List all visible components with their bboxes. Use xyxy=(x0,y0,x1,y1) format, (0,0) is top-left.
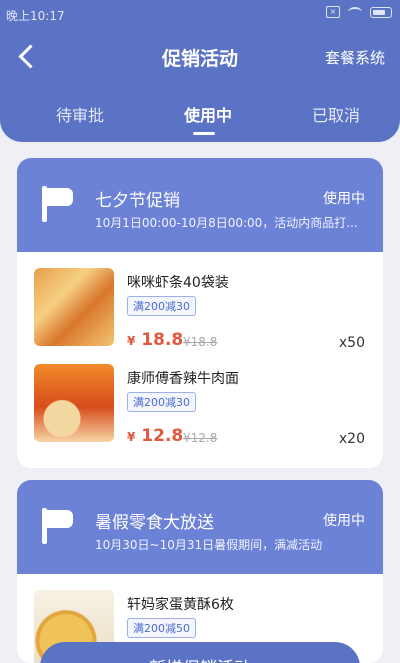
product-image xyxy=(34,364,114,442)
promotion-header: 暑假零食大放送 使用中 10月30日~10月31日暑假期间，满减活动 xyxy=(17,480,383,574)
wifi-icon xyxy=(348,7,362,17)
promotion-title: 七夕节促销 xyxy=(95,191,180,211)
promotion-header: 七夕节促销 使用中 10月1日00:00-10月8日00:00，活动内商品打..… xyxy=(17,158,383,252)
tab-cancelled[interactable]: 已取消 xyxy=(281,102,391,126)
discount-tag: 满200减30 xyxy=(127,392,196,412)
flag-icon xyxy=(42,508,76,544)
discount-tag: 满200减30 xyxy=(127,296,196,316)
discount-tag: 满200减50 xyxy=(127,618,196,638)
product-name: 咪咪虾条40袋装 xyxy=(127,275,229,291)
status-icons: × xyxy=(326,6,392,18)
tab-in-use[interactable]: 使用中 xyxy=(153,102,263,126)
promotion-title: 暑假零食大放送 xyxy=(95,513,214,533)
add-promotion-button[interactable]: 新增促销活动 xyxy=(40,642,360,663)
product-name: 轩妈家蛋黄酥6枚 xyxy=(127,597,234,613)
original-price: ¥18.8 xyxy=(183,335,218,349)
promotion-status: 使用中 xyxy=(323,513,365,529)
product-quantity: x50 xyxy=(338,335,365,351)
nav-bar: 促销活动 套餐系统 xyxy=(0,28,400,86)
status-bar: 晚上10:17 × xyxy=(0,0,400,28)
tab-pending[interactable]: 待审批 xyxy=(25,102,135,126)
product-item[interactable]: 咪咪虾条40袋装 满200减30 ¥ 18.8 ¥18.8 x50 xyxy=(17,256,383,352)
original-price: ¥12.8 xyxy=(183,431,218,445)
active-tab-indicator xyxy=(193,132,215,135)
promotion-description: 10月1日00:00-10月8日00:00，活动内商品打... xyxy=(95,216,358,230)
promotion-card[interactable]: 七夕节促销 使用中 10月1日00:00-10月8日00:00，活动内商品打..… xyxy=(17,158,383,468)
battery-icon xyxy=(370,6,392,18)
product-quantity: x20 xyxy=(338,431,365,447)
flag-icon xyxy=(42,186,76,222)
product-item[interactable]: 康师傅香辣牛肉面 满200减30 ¥ 12.8 ¥12.8 x20 xyxy=(17,352,383,448)
promotion-description: 10月30日~10月31日暑假期间，满减活动 xyxy=(95,538,323,552)
status-time: 晚上10:17 xyxy=(6,9,65,23)
product-price: ¥ 12.8 xyxy=(127,426,184,446)
product-price: ¥ 18.8 xyxy=(127,330,184,350)
product-image xyxy=(34,268,114,346)
sim-icon: × xyxy=(326,6,340,18)
promotion-status: 使用中 xyxy=(323,191,365,207)
promotion-card[interactable]: 暑假零食大放送 使用中 10月30日~10月31日暑假期间，满减活动 轩妈家蛋黄… xyxy=(17,480,383,663)
product-name: 康师傅香辣牛肉面 xyxy=(127,371,239,387)
package-system-link[interactable]: 套餐系统 xyxy=(325,47,385,68)
